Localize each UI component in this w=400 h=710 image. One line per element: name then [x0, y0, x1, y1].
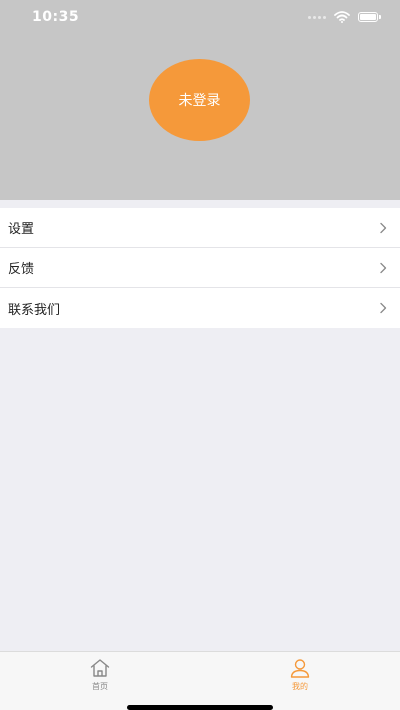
chevron-right-icon [380, 262, 387, 273]
login-avatar-button[interactable]: 未登录 [149, 59, 250, 141]
menu-item-label: 设置 [8, 222, 35, 237]
tab-label: 我的 [292, 682, 308, 691]
status-bar: 10:35 [0, 0, 400, 34]
menu-item-feedback[interactable]: 反馈 [0, 248, 400, 288]
battery-icon [358, 12, 381, 22]
person-icon [290, 659, 310, 678]
tab-label: 首页 [92, 682, 108, 691]
tab-mine[interactable]: 我的 [200, 652, 400, 710]
menu-item-contact-us[interactable]: 联系我们 [0, 288, 400, 328]
settings-menu: 设置 反馈 联系我们 [0, 208, 400, 328]
signal-dots-icon [308, 15, 326, 19]
tab-home[interactable]: 首页 [0, 652, 200, 710]
menu-item-settings[interactable]: 设置 [0, 208, 400, 248]
chevron-right-icon [380, 302, 387, 314]
status-icons [308, 11, 381, 23]
home-indicator [127, 705, 273, 710]
status-time: 10:35 [32, 9, 80, 25]
menu-item-label: 反馈 [8, 262, 35, 277]
home-icon [90, 659, 110, 677]
chevron-right-icon [380, 222, 387, 233]
tab-bar: 首页 我的 [0, 651, 400, 710]
wifi-icon [334, 11, 350, 23]
menu-item-label: 联系我们 [8, 302, 61, 318]
